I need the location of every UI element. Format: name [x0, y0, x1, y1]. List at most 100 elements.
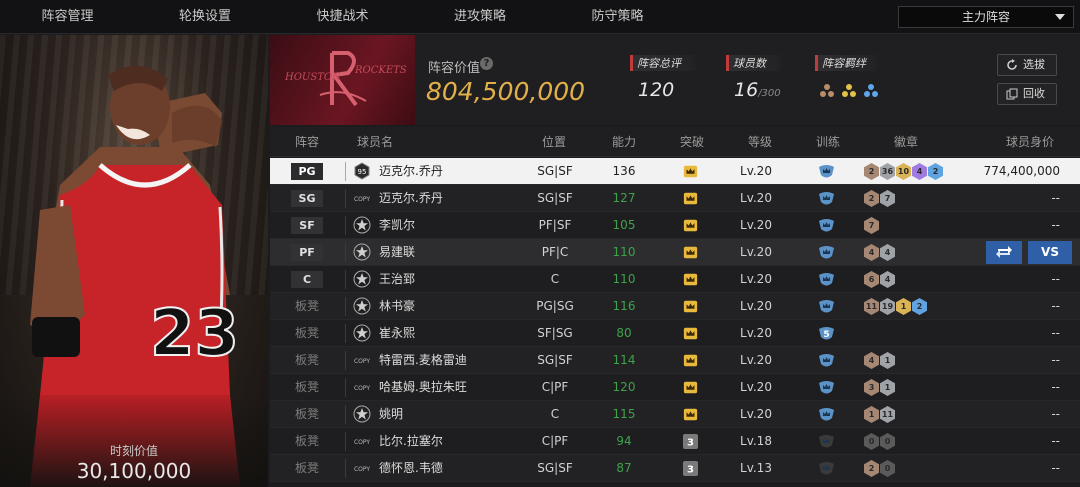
lineup-slot-badge: SG	[291, 190, 323, 207]
lineup-rating-label: 阵容总评	[630, 55, 695, 71]
tab-offense-strategy[interactable]: 进攻策略	[410, 0, 550, 34]
player-position: C|PF	[541, 434, 569, 448]
table-row[interactable]: 板凳 COPY 特雷西.麦格雷迪 SG|SF 114 Lv.20 4 1 --	[270, 347, 1080, 374]
lineup-slot-badge: PG	[291, 163, 323, 180]
table-row[interactable]: SG COPY 迈克尔.乔丹 SG|SF 127 Lv.20 2 7 --	[270, 185, 1080, 212]
badge-hex-icon: 0	[880, 433, 895, 450]
star-card-icon	[353, 297, 371, 315]
col-training: 训练	[815, 135, 840, 149]
roster-table-header: 阵容 球员名 位置 能力 突破 等级 训练 徽章 球员身价	[270, 127, 1080, 157]
badge-hex-icon: 36	[880, 163, 895, 180]
lineup-bond-label: 阵容羁绊	[815, 55, 877, 71]
badge-hex-icon: 1	[880, 379, 895, 396]
copy-card-icon: COPY	[354, 385, 370, 392]
lineup-slot-bench: 板凳	[294, 461, 319, 475]
breakthrough-crown-icon	[683, 192, 698, 205]
player-name: 易建联	[379, 245, 416, 259]
player-ability: 94	[616, 434, 632, 448]
lineup-slot-bench: 板凳	[294, 353, 319, 367]
svg-text:COPY: COPY	[354, 385, 370, 392]
player-position: C	[550, 407, 560, 421]
training-shield-icon	[819, 300, 834, 313]
versus-button[interactable]: VS	[1028, 241, 1072, 264]
player-level: Lv.20	[740, 326, 772, 340]
badge-hex-icon: 4	[880, 244, 895, 261]
table-row[interactable]: 板凳 姚明 C 115 Lv.20 1 11 --	[270, 401, 1080, 428]
player-level: Lv.18	[740, 434, 772, 448]
table-row[interactable]: C 王治郅 C 110 Lv.20 6 4 --	[270, 266, 1080, 293]
star-card-icon	[353, 243, 371, 261]
moment-value-amount: 30,100,000	[76, 459, 192, 483]
lineup-slot-badge: PF	[291, 244, 323, 261]
table-row[interactable]: 板凳 崔永熙 SF|SG 80 Lv.20 5 --	[270, 320, 1080, 347]
player-name: 王治郅	[379, 272, 416, 286]
pick-button[interactable]: 选拔	[997, 54, 1057, 76]
help-icon[interactable]: ?	[480, 57, 493, 70]
player-name: 李凯尔	[379, 218, 416, 232]
table-row[interactable]: SF 李凯尔 PF|SF 105 Lv.20 7 --	[270, 212, 1080, 239]
badge-hex-icon: 4	[864, 352, 879, 369]
breakthrough-crown-icon	[683, 273, 698, 286]
swap-button[interactable]	[986, 241, 1022, 264]
table-row[interactable]: 板凳 COPY 比尔.拉塞尔 C|PF 94 3 Lv.18 0 0 --	[270, 428, 1080, 455]
player-position: PG|SG	[536, 299, 574, 313]
lineup-slot-badge: SF	[291, 217, 323, 234]
training-shield-icon	[819, 246, 834, 259]
badge-hex-icon: 2	[864, 460, 879, 477]
table-row[interactable]: 板凳 COPY 哈基姆.奥拉朱旺 C|PF 120 Lv.20 3 1 --	[270, 374, 1080, 401]
badge-hex-icon: 1	[880, 352, 895, 369]
player-ability: 105	[612, 218, 636, 232]
table-row[interactable]: 板凳 COPY 德怀恩.韦德 SG|SF 87 3 Lv.13 2 0 --	[270, 455, 1080, 482]
training-shield-icon	[819, 354, 834, 367]
column-divider	[345, 216, 346, 235]
bond-bronze-icon	[820, 84, 834, 97]
col-breakthrough: 突破	[679, 135, 704, 149]
bond-blue-icon	[864, 84, 878, 97]
roster-table-body: PG 95 迈克尔.乔丹 SG|SF 136 Lv.20 2 36 10 4 2 774,400,00…	[270, 158, 1080, 487]
training-shield-icon	[819, 273, 834, 286]
breakthrough-crown-icon	[683, 300, 698, 313]
player-value: --	[1051, 461, 1060, 475]
badge-hex-icon: 11	[880, 406, 895, 423]
player-portrait-panel[interactable]: 23 时刻价值 30,100,000	[0, 35, 268, 487]
player-level: Lv.13	[740, 461, 772, 475]
lineup-select-dropdown[interactable]: 主力阵容	[898, 6, 1074, 28]
badge-hex-icon: 11	[864, 298, 879, 315]
badge-list: 2 36 10 4 2	[864, 163, 944, 180]
player-name: 德怀恩.韦德	[379, 461, 443, 475]
tab-lineup-management[interactable]: 阵容管理	[0, 0, 135, 34]
moment-value-label: 时刻价值	[109, 444, 158, 458]
badge-hex-icon: 4	[912, 163, 927, 180]
svg-text:3: 3	[687, 465, 694, 476]
training-shield-icon	[819, 192, 834, 205]
badge-list: 00	[864, 433, 896, 450]
col-player-name: 球员名	[356, 135, 393, 149]
table-row[interactable]: 板凳 林书豪 PG|SG 116 Lv.20 11 19 1 2 --	[270, 293, 1080, 320]
player-value: 774,400,000	[983, 164, 1060, 178]
col-level: 等级	[747, 135, 772, 149]
player-value: --	[1051, 191, 1060, 205]
player-ability: 80	[616, 326, 632, 340]
tab-quick-tactics[interactable]: 快捷战术	[275, 0, 410, 34]
table-row[interactable]: PG 95 迈克尔.乔丹 SG|SF 136 Lv.20 2 36 10 4 2 774,400,00…	[270, 158, 1080, 185]
badge-hex-icon: 7	[880, 190, 895, 207]
player-value: --	[1051, 272, 1060, 286]
player-level: Lv.20	[740, 218, 772, 232]
player-position: SG|SF	[537, 353, 573, 367]
badge-list: 20	[864, 460, 896, 477]
recall-button[interactable]: 回收	[997, 83, 1057, 105]
badge-hex-icon: 0	[880, 460, 895, 477]
tab-defense-strategy[interactable]: 防守策略	[550, 0, 685, 34]
lineup-value-amount: 804,500,000	[426, 77, 586, 106]
badge-hex-icon: 4	[880, 271, 895, 288]
badge-list: 41	[864, 352, 896, 369]
table-row[interactable]: PF 易建联 PF|C 110 Lv.20 4 4 VS	[270, 239, 1080, 266]
lineup-slot-bench: 板凳	[294, 434, 319, 448]
star-card-icon	[353, 270, 371, 288]
breakthrough-level-badge: 3	[683, 434, 698, 449]
tab-rotation-settings[interactable]: 轮换设置	[135, 0, 275, 34]
bond-icons[interactable]	[820, 81, 888, 101]
player-ability: 115	[612, 407, 636, 421]
col-badges: 徽章	[893, 135, 918, 149]
badge-hex-icon: 2	[864, 190, 879, 207]
